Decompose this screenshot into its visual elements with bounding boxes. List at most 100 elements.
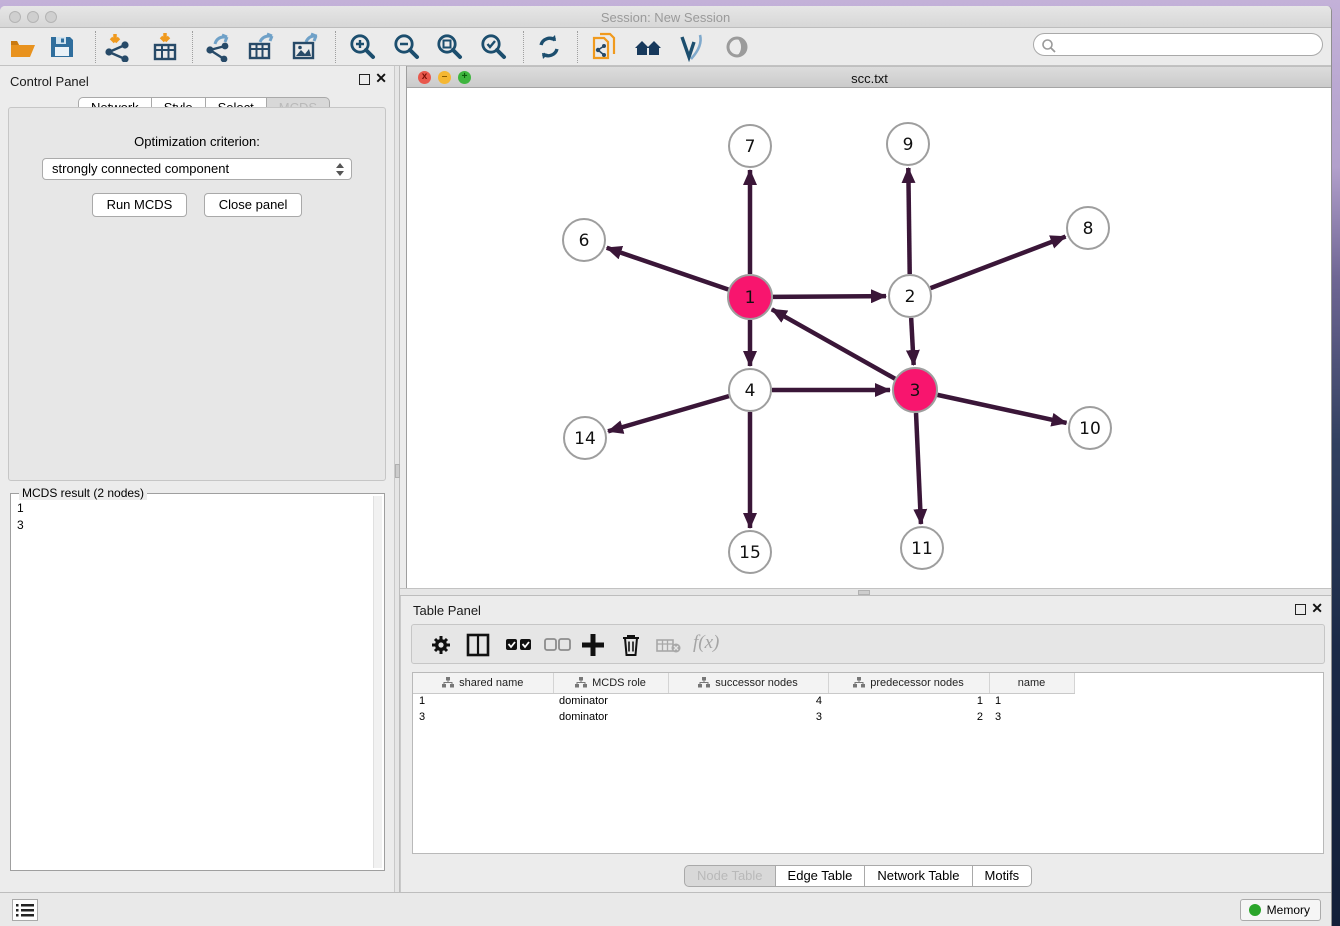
task-history-button[interactable]	[12, 899, 38, 921]
column-view-icon[interactable]	[465, 631, 491, 659]
column-header-mcds-role[interactable]: MCDS role	[553, 673, 668, 693]
column-header-name[interactable]: name	[989, 673, 1074, 693]
select-stepper-icon	[336, 163, 345, 177]
graph-node-label-10: 10	[1079, 419, 1101, 439]
add-column-icon[interactable]	[580, 631, 606, 659]
refresh-icon[interactable]	[534, 32, 564, 62]
settings-gear-icon[interactable]	[428, 631, 454, 659]
title-bar: Session: New Session	[0, 6, 1331, 28]
tab-edge-table[interactable]: Edge Table	[776, 865, 866, 887]
function-builder-icon[interactable]: f(x)	[693, 632, 719, 660]
delete-table-icon[interactable]	[655, 631, 685, 659]
table-row[interactable]: 1 dominator 4 1 1	[413, 693, 1074, 709]
graph-node-label-8: 8	[1083, 219, 1094, 239]
graph-node-label-9: 9	[903, 135, 914, 155]
graph-edge-3-11[interactable]	[916, 413, 921, 524]
network-canvas[interactable]: 7968124314101511	[407, 88, 1332, 588]
float-panel-icon[interactable]	[1295, 604, 1306, 615]
status-bar: Memory	[0, 892, 1331, 926]
deselect-all-icon[interactable]	[543, 631, 573, 659]
network-window-titlebar[interactable]: x – + scc.txt	[407, 66, 1332, 88]
zoom-in-icon[interactable]	[347, 32, 377, 62]
open-session-icon[interactable]	[8, 32, 38, 62]
list-icon	[16, 903, 34, 917]
table-row[interactable]: 3 dominator 3 2 3	[413, 709, 1074, 725]
node-table[interactable]: shared name MCDS role successor nodes pr…	[412, 672, 1324, 854]
export-table-icon[interactable]	[246, 32, 276, 62]
tab-network-table[interactable]: Network Table	[865, 865, 972, 887]
close-panel-button[interactable]: Close panel	[204, 193, 303, 217]
column-header-shared-name[interactable]: shared name	[413, 673, 553, 693]
zoom-selected-icon[interactable]	[478, 32, 508, 62]
graph-node-label-4: 4	[745, 381, 756, 401]
delete-column-icon[interactable]	[618, 631, 644, 659]
mcds-result-title: MCDS result (2 nodes)	[19, 486, 147, 500]
memory-status-icon	[1249, 904, 1261, 916]
graph-node-label-14: 14	[574, 429, 596, 449]
export-image-icon[interactable]	[290, 32, 320, 62]
graph-edge-1-2[interactable]	[773, 296, 886, 297]
criterion-select[interactable]: strongly connected component	[42, 158, 352, 180]
column-tree-icon	[575, 677, 587, 688]
mcds-result-box: MCDS result (2 nodes) 1 3	[10, 493, 385, 871]
result-scrollbar[interactable]	[373, 496, 382, 868]
graph-node-label-7: 7	[745, 137, 756, 157]
import-table-icon[interactable]	[150, 32, 180, 62]
zoom-fit-icon[interactable]	[434, 32, 464, 62]
control-panel-title: Control Panel	[10, 74, 89, 89]
network-view-window: x – + scc.txt 7968124314101511	[406, 66, 1332, 588]
memory-label: Memory	[1267, 903, 1310, 917]
table-panel-title: Table Panel	[413, 603, 481, 618]
graph-edge-3-10[interactable]	[937, 395, 1066, 423]
select-all-icon[interactable]	[504, 631, 534, 659]
graph-edge-2-8[interactable]	[931, 237, 1066, 289]
network-from-file-icon[interactable]	[590, 32, 620, 62]
hide-panel-icon[interactable]	[722, 32, 752, 62]
network-title: scc.txt	[407, 71, 1332, 86]
graph-edge-3-1[interactable]	[772, 309, 895, 378]
graph-edge-2-3[interactable]	[911, 318, 914, 365]
toolbar-separator	[335, 31, 336, 63]
export-network-icon[interactable]	[203, 32, 233, 62]
graph-node-label-1: 1	[745, 288, 756, 308]
apply-style-icon[interactable]	[677, 32, 707, 62]
mcds-panel: Optimization criterion: strongly connect…	[8, 107, 386, 481]
table-panel: Table Panel ✕	[400, 596, 1332, 892]
home-icon[interactable]	[633, 32, 663, 62]
criterion-value: strongly connected component	[52, 161, 229, 176]
table-header-row: shared name MCDS role successor nodes pr…	[413, 673, 1074, 693]
save-session-icon[interactable]	[47, 32, 77, 62]
close-panel-icon[interactable]: ✕	[375, 73, 387, 84]
graph-node-label-2: 2	[905, 287, 916, 307]
close-panel-icon[interactable]: ✕	[1311, 603, 1323, 614]
horizontal-splitter[interactable]	[400, 588, 1332, 596]
graph[interactable]: 7968124314101511	[407, 88, 1331, 588]
run-mcds-button[interactable]: Run MCDS	[92, 193, 188, 217]
column-header-successor-nodes[interactable]: successor nodes	[668, 673, 828, 693]
zoom-out-icon[interactable]	[391, 32, 421, 62]
application-window: Session: New Session	[0, 6, 1332, 926]
memory-button[interactable]: Memory	[1240, 899, 1321, 921]
splitter-handle[interactable]	[858, 590, 870, 595]
graph-node-label-3: 3	[910, 381, 921, 401]
control-panel: Control Panel ✕ Network Style Select MCD…	[0, 66, 394, 892]
table-toolbar: f(x)	[411, 624, 1325, 664]
import-network-icon[interactable]	[102, 32, 132, 62]
search-input[interactable]	[1033, 33, 1323, 56]
main-toolbar	[0, 28, 1331, 66]
graph-edge-1-6[interactable]	[607, 248, 729, 290]
tab-motifs[interactable]: Motifs	[973, 865, 1033, 887]
mcds-result-text[interactable]: 1 3	[17, 500, 368, 866]
table-tabs: Node Table Edge Table Network Table Moti…	[684, 865, 1032, 887]
graph-node-label-11: 11	[911, 539, 933, 559]
tab-node-table[interactable]: Node Table	[684, 865, 776, 887]
toolbar-separator	[523, 31, 524, 63]
column-tree-icon	[442, 677, 454, 688]
optimization-criterion-label: Optimization criterion:	[9, 134, 385, 149]
search-icon	[1041, 38, 1057, 54]
graph-edge-2-9[interactable]	[908, 168, 909, 274]
column-header-predecessor-nodes[interactable]: predecessor nodes	[828, 673, 989, 693]
graph-edge-4-14[interactable]	[608, 396, 729, 431]
float-panel-icon[interactable]	[359, 74, 370, 85]
graph-node-label-15: 15	[739, 543, 761, 563]
